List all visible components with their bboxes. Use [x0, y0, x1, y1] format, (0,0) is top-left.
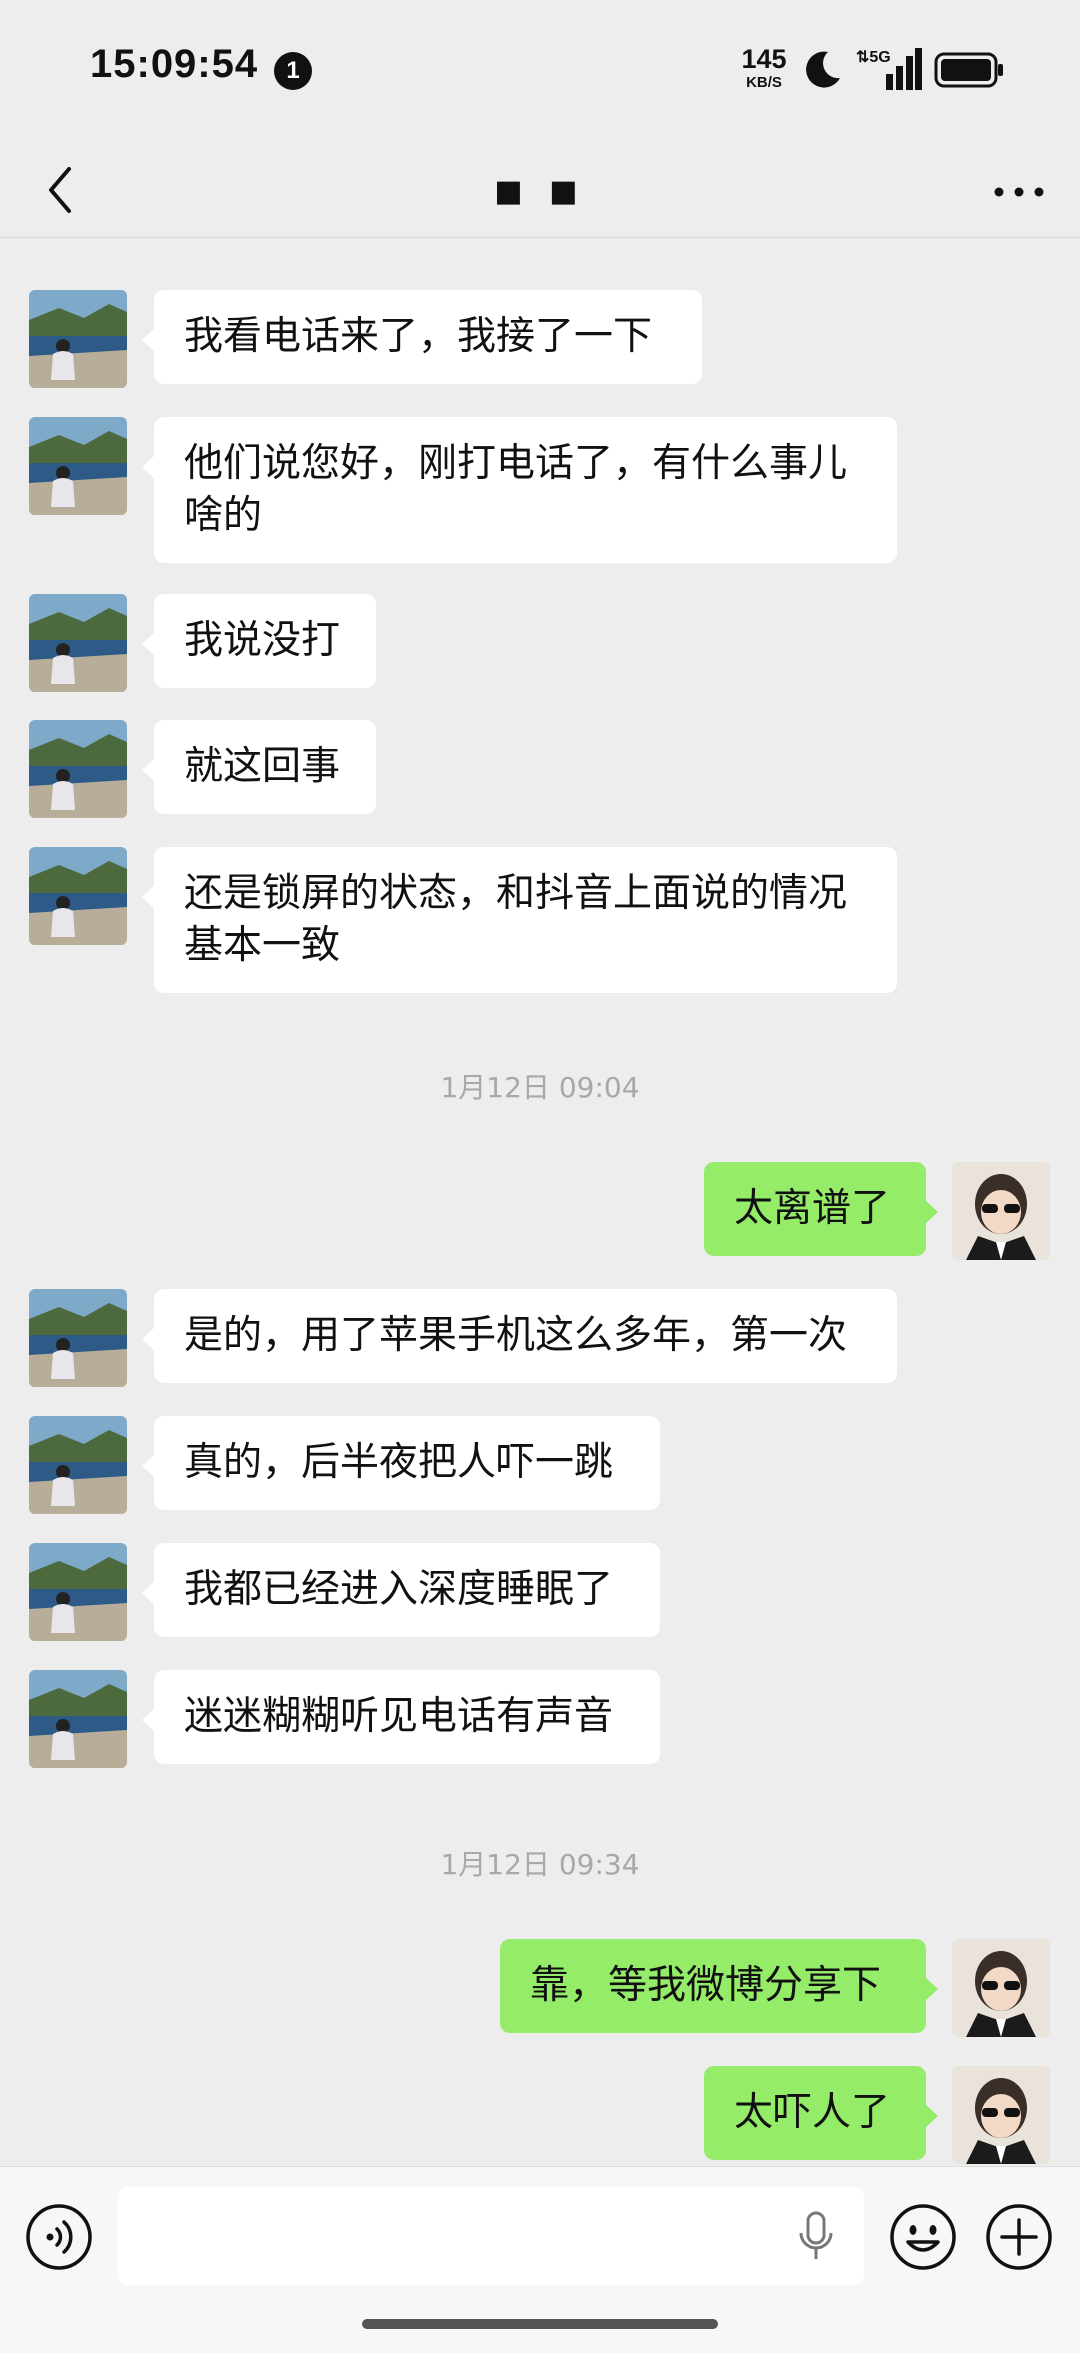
message-bubble[interactable]: 我都已经进入深度睡眠了	[142, 1543, 660, 1637]
message-bubble[interactable]: 就这回事	[142, 720, 376, 814]
contact-avatar[interactable]	[29, 417, 127, 515]
network-speed-value: 145	[741, 44, 787, 74]
message-bubble[interactable]: 太离谱了	[704, 1162, 938, 1256]
voice-input-button[interactable]	[24, 2202, 94, 2272]
message-bubble[interactable]: 他们说您好，刚打电话了，有什么事儿啥的	[142, 417, 897, 563]
message-bubble[interactable]: 迷迷糊糊听见电话有声音	[142, 1670, 660, 1764]
contact-avatar[interactable]	[29, 594, 127, 692]
my-avatar[interactable]	[952, 1162, 1050, 1260]
emoji-button[interactable]	[888, 2202, 958, 2272]
message-bubble[interactable]: 靠，等我微博分享下	[500, 1939, 938, 2033]
time-divider: 1月12日 09:04	[440, 1071, 640, 1104]
chat-header: ■ ■	[0, 140, 1080, 238]
contact-avatar[interactable]	[29, 1416, 127, 1514]
network-speed-unit: KB/S	[746, 74, 782, 91]
notification-badge: 1	[274, 52, 312, 90]
mic-icon[interactable]	[796, 2211, 836, 2267]
emoji-icon	[890, 2204, 956, 2270]
status-bar: 15:09:54 1 145 KB/S ⇅5G	[0, 0, 1080, 140]
contact-avatar[interactable]	[29, 720, 127, 818]
my-avatar[interactable]	[952, 1939, 1050, 2037]
contact-avatar[interactable]	[29, 290, 127, 388]
status-time: 15:09:54	[90, 42, 259, 86]
message-bubble[interactable]: 我看电话来了，我接了一下	[142, 290, 702, 384]
chat-title: ■ ■	[494, 174, 586, 209]
message-bubble[interactable]: 是的，用了苹果手机这么多年，第一次	[142, 1289, 897, 1383]
message-input[interactable]	[118, 2187, 864, 2285]
message-bubble[interactable]: 还是锁屏的状态，和抖音上面说的情况基本一致	[142, 847, 897, 993]
more-dots-icon	[994, 187, 1044, 197]
contact-avatar[interactable]	[29, 1670, 127, 1768]
more-actions-button[interactable]	[984, 2202, 1054, 2272]
message-bubble[interactable]: 我说没打	[142, 594, 376, 688]
plus-icon	[986, 2204, 1052, 2270]
voice-icon	[26, 2204, 92, 2270]
network-speed: 145 KB/S	[738, 44, 790, 91]
battery-icon	[934, 52, 1006, 92]
message-bubble[interactable]: 太吓人了	[704, 2066, 938, 2160]
time-divider: 1月12日 09:34	[440, 1848, 640, 1881]
contact-avatar[interactable]	[29, 1289, 127, 1387]
home-indicator[interactable]	[362, 2319, 718, 2329]
contact-avatar[interactable]	[29, 847, 127, 945]
contact-avatar[interactable]	[29, 1543, 127, 1641]
moon-icon	[800, 48, 844, 96]
svg-text:⇅5G: ⇅5G	[856, 49, 891, 66]
message-bubble[interactable]: 真的，后半夜把人吓一跳	[142, 1416, 660, 1510]
my-avatar[interactable]	[952, 2066, 1050, 2164]
more-button[interactable]	[984, 162, 1054, 222]
signal-5g-icon: ⇅5G	[856, 46, 922, 96]
